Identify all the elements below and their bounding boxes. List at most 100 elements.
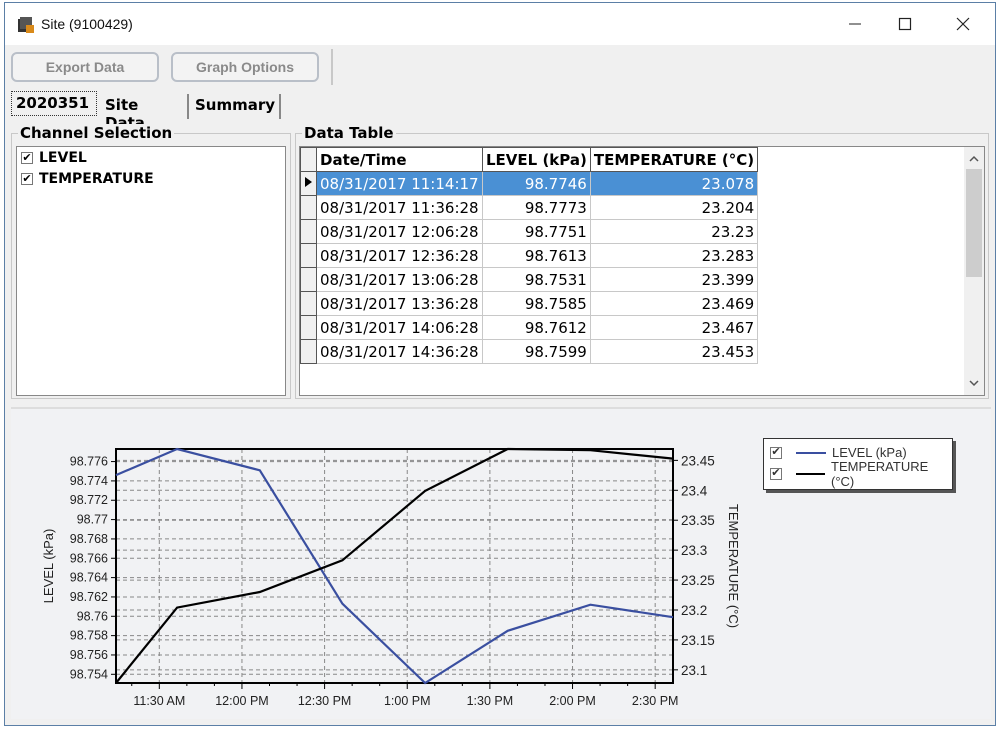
cell-temperature[interactable]: 23.204 [589,195,759,220]
channel-label: LEVEL [39,149,87,166]
column-header-temperature[interactable]: TEMPERATURE (°C) [589,147,759,172]
cell-temperature[interactable]: 23.283 [589,243,759,268]
scrollbar-thumb[interactable] [966,169,982,277]
cell-temperature[interactable]: 23.23 [589,219,759,244]
cell-datetime[interactable]: 08/31/2017 14:36:28 [316,339,483,364]
cell-level[interactable]: 98.7746 [482,171,591,196]
row-header[interactable] [300,315,317,340]
cell-temperature[interactable]: 23.453 [589,339,759,364]
tab-site-data[interactable]: Site Data [101,94,189,132]
y-tick-label: 98.766 [70,551,108,565]
minimize-icon [849,23,861,25]
table-row[interactable]: 08/31/2017 11:36:28 98.7773 23.204 [300,195,759,220]
graph-options-button[interactable]: Graph Options [171,52,319,82]
y-tick-label: 98.756 [70,648,108,662]
checkbox-checked-icon[interactable]: ✔ [770,446,782,459]
toolbar: Export Data Graph Options [5,45,995,91]
y-tick-label: 98.768 [70,532,108,546]
table-row[interactable]: 08/31/2017 14:36:28 98.7599 23.453 [300,339,759,364]
export-data-button[interactable]: Export Data [11,52,159,82]
y-axis-label: LEVEL (kPa) [41,529,56,604]
y2-tick-label: 23.2 [681,603,707,618]
toolbar-separator [331,49,333,85]
cell-level[interactable]: 98.7613 [482,243,591,268]
row-header[interactable] [300,243,317,268]
table-row[interactable]: 08/31/2017 13:36:28 98.7585 23.469 [300,291,759,316]
column-header-datetime[interactable]: Date/Time [316,147,483,172]
minimize-button[interactable] [827,3,883,45]
x-tick-label: 1:00 PM [384,694,431,708]
plot-frame [115,448,674,684]
cell-level[interactable]: 98.7612 [482,315,591,340]
row-header[interactable] [300,171,317,196]
legend-item-temperature[interactable]: ✔ TEMPERATURE (°C) [764,459,952,489]
title-bar: Site (9100429) [5,3,995,45]
cell-level[interactable]: 98.7773 [482,195,591,220]
y-tick-label: 98.77 [77,513,108,527]
row-header[interactable] [300,219,317,244]
cell-datetime[interactable]: 08/31/2017 11:36:28 [316,195,483,220]
checkbox-checked-icon[interactable]: ✔ [21,172,33,185]
maximize-icon [898,17,912,31]
row-header-corner [300,147,317,172]
cell-temperature[interactable]: 23.078 [589,171,759,196]
y2-tick-label: 23.4 [681,483,708,498]
y2-tick-label: 23.15 [681,633,715,648]
tab-summary[interactable]: Summary [191,94,281,119]
cell-temperature[interactable]: 23.469 [589,291,759,316]
cell-level[interactable]: 98.7585 [482,291,591,316]
site-window: Site (9100429) Export Data Graph Options… [4,2,996,726]
data-table-label: Data Table [302,124,396,142]
data-grid: Date/Time LEVEL (kPa) TEMPERATURE (°C) 0… [299,146,985,396]
x-tick-label: 2:00 PM [549,694,596,708]
cell-datetime[interactable]: 08/31/2017 11:14:17 [316,171,483,196]
y-tick-label: 98.774 [70,474,108,488]
window-title: Site (9100429) [41,16,133,32]
row-header[interactable] [300,267,317,292]
cell-level[interactable]: 98.7599 [482,339,591,364]
table-row[interactable]: 08/31/2017 12:36:28 98.7613 23.283 [300,243,759,268]
row-header[interactable] [300,339,317,364]
cell-level[interactable]: 98.7751 [482,219,591,244]
column-header-level[interactable]: LEVEL (kPa) [482,147,591,172]
cell-datetime[interactable]: 08/31/2017 13:36:28 [316,291,483,316]
table-row[interactable]: 08/31/2017 11:14:17 98.7746 23.078 [300,171,759,196]
table-row[interactable]: 08/31/2017 14:06:28 98.7612 23.467 [300,315,759,340]
cell-datetime[interactable]: 08/31/2017 13:06:28 [316,267,483,292]
table-row[interactable]: 08/31/2017 13:06:28 98.7531 23.399 [300,267,759,292]
vertical-scrollbar[interactable] [964,147,984,395]
row-header[interactable] [300,195,317,220]
channel-item-level[interactable]: ✔ LEVEL [17,147,285,168]
checkbox-checked-icon[interactable]: ✔ [770,467,782,480]
table-header-row: Date/Time LEVEL (kPa) TEMPERATURE (°C) [300,147,759,172]
channel-item-temperature[interactable]: ✔ TEMPERATURE [17,168,285,189]
x-tick-label: 12:30 PM [298,694,352,708]
cell-datetime[interactable]: 08/31/2017 12:36:28 [316,243,483,268]
current-row-arrow-icon [305,176,312,187]
data-table: Date/Time LEVEL (kPa) TEMPERATURE (°C) 0… [300,147,759,364]
chart-legend: ✔ LEVEL (kPa) ✔ TEMPERATURE (°C) [763,438,953,490]
legend-line-swatch [795,472,825,475]
checkbox-checked-icon[interactable]: ✔ [21,151,33,164]
y2-tick-label: 23.45 [681,453,715,468]
cell-datetime[interactable]: 08/31/2017 12:06:28 [316,219,483,244]
cell-temperature[interactable]: 23.467 [589,315,759,340]
y2-tick-label: 23.3 [681,543,707,558]
cell-datetime[interactable]: 08/31/2017 14:06:28 [316,315,483,340]
scroll-up-icon[interactable] [964,149,984,169]
y-tick-label: 98.762 [70,590,108,604]
y2-tick-label: 23.35 [681,513,715,528]
close-button[interactable] [935,3,991,45]
app-icon [18,17,34,33]
row-header[interactable] [300,291,317,316]
cell-temperature[interactable]: 23.399 [589,267,759,292]
tab-2020351[interactable]: 2020351 [11,91,97,116]
level-series-line [115,447,674,685]
legend-label: TEMPERATURE (°C) [831,458,929,489]
legend-line-swatch [796,451,826,454]
cell-level[interactable]: 98.7531 [482,267,591,292]
y-tick-label: 98.758 [70,629,108,643]
maximize-button[interactable] [877,3,933,45]
table-row[interactable]: 08/31/2017 12:06:28 98.7751 23.23 [300,219,759,244]
scroll-down-icon[interactable] [964,373,984,393]
